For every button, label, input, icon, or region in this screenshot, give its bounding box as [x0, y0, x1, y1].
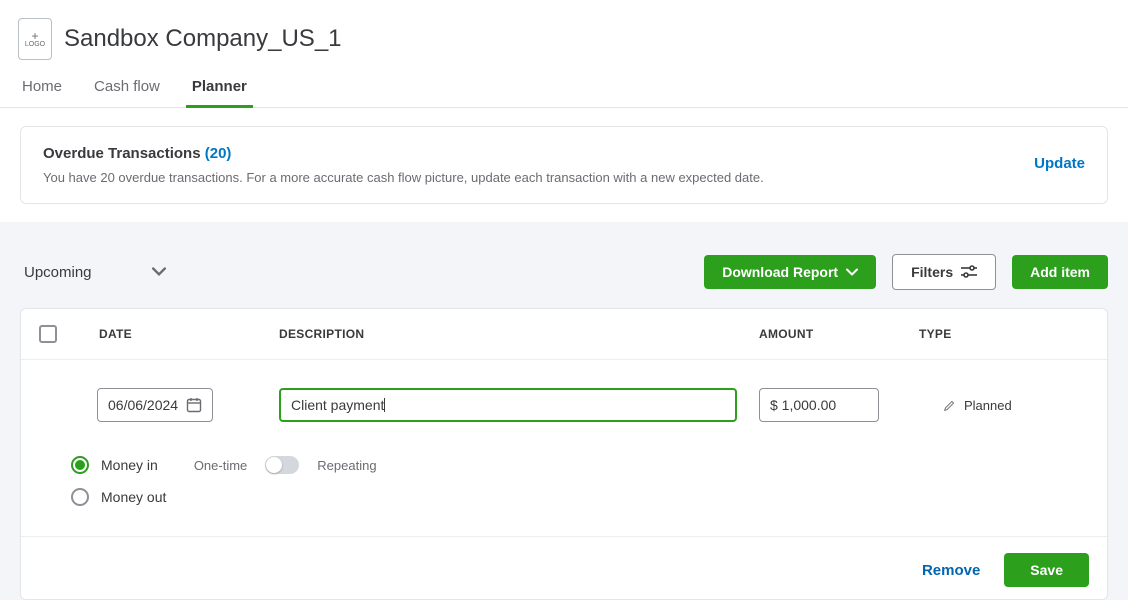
repeating-toggle[interactable] [265, 456, 299, 474]
filters-label: Filters [911, 264, 953, 280]
description-input[interactable]: Client payment [279, 388, 737, 422]
type-value: Planned [964, 398, 1012, 413]
calendar-icon [186, 397, 202, 413]
logo-text: LOGO [25, 41, 45, 48]
one-time-label: One-time [194, 458, 247, 473]
filters-icon [961, 265, 977, 279]
download-report-label: Download Report [722, 264, 838, 280]
repeating-label: Repeating [317, 458, 376, 473]
view-dropdown[interactable]: Upcoming [20, 264, 166, 281]
select-all-checkbox[interactable] [39, 325, 57, 343]
chevron-down-icon [846, 268, 858, 277]
logo-plus-icon: + [31, 31, 38, 41]
download-report-button[interactable]: Download Report [704, 255, 876, 289]
item-edit-row: 06/06/2024 Client payment $ 1,000.00 [21, 360, 1107, 448]
tab-cash-flow[interactable]: Cash flow [92, 70, 162, 107]
nav-tabs: Home Cash flow Planner [0, 70, 1128, 108]
date-value: 06/06/2024 [108, 397, 178, 413]
update-link[interactable]: Update [1034, 145, 1085, 172]
add-item-button[interactable]: Add item [1012, 255, 1108, 289]
item-footer: Remove Save [21, 536, 1107, 599]
table-header: DATE DESCRIPTION AMOUNT TYPE [21, 309, 1107, 360]
add-item-label: Add item [1030, 264, 1090, 280]
tab-home[interactable]: Home [20, 70, 64, 107]
notice-count: (20) [205, 145, 232, 162]
items-card: DATE DESCRIPTION AMOUNT TYPE 06/06/2024 [20, 308, 1108, 600]
money-in-radio[interactable] [71, 456, 89, 474]
notice-title: Overdue Transactions (20) [43, 145, 764, 162]
date-input[interactable]: 06/06/2024 [97, 388, 213, 422]
pencil-icon [943, 399, 956, 412]
remove-link[interactable]: Remove [922, 562, 980, 579]
amount-value: $ 1,000.00 [770, 397, 836, 413]
header-type: TYPE [919, 327, 1089, 341]
header-amount: AMOUNT [759, 327, 919, 341]
money-out-label: Money out [101, 489, 166, 505]
header-description: DESCRIPTION [279, 327, 759, 341]
company-name: Sandbox Company_US_1 [64, 25, 342, 53]
header-date: DATE [99, 327, 279, 341]
type-cell[interactable]: Planned [919, 398, 1089, 413]
overdue-notice: Overdue Transactions (20) You have 20 ov… [20, 126, 1108, 204]
money-out-radio[interactable] [71, 488, 89, 506]
chevron-down-icon [152, 267, 166, 277]
save-button[interactable]: Save [1004, 553, 1089, 587]
money-in-label: Money in [101, 457, 158, 473]
filters-button[interactable]: Filters [892, 254, 996, 290]
view-dropdown-label: Upcoming [24, 264, 92, 281]
notice-subtitle: You have 20 overdue transactions. For a … [43, 170, 764, 185]
amount-input[interactable]: $ 1,000.00 [759, 388, 879, 422]
item-options: Money in One-time Repeating Money out [21, 448, 1107, 536]
description-value: Client payment [291, 397, 384, 413]
tab-planner[interactable]: Planner [190, 70, 249, 107]
company-logo-placeholder[interactable]: + LOGO [18, 18, 52, 60]
